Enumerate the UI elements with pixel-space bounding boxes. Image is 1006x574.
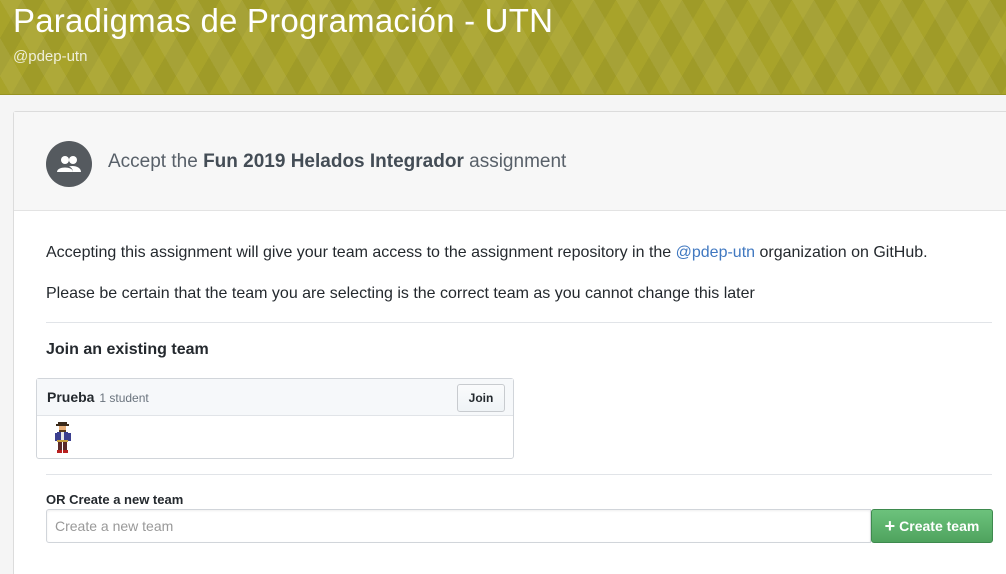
- join-section-title: Join an existing team: [46, 341, 209, 358]
- team-member-count: 1 student: [99, 391, 149, 405]
- org-link[interactable]: @pdep-utn: [676, 244, 755, 261]
- pirate-avatar-icon[interactable]: [53, 422, 73, 454]
- org-handle[interactable]: @pdep-utn: [13, 48, 87, 65]
- warning-text: Please be certain that the team you are …: [46, 285, 755, 302]
- org-banner: Paradigmas de Programación - UTN @pdep-u…: [0, 0, 1006, 95]
- team-card-header: Prueba 1 student Join: [37, 379, 513, 416]
- access-text-before: Accepting this assignment will give your…: [46, 244, 672, 261]
- divider: [46, 322, 992, 323]
- card-header: Accept the Fun 2019 Helados Integrador a…: [14, 112, 1006, 211]
- access-text-after: organization on GitHub.: [759, 244, 928, 261]
- heading-suffix: assignment: [469, 151, 567, 172]
- divider: [46, 474, 992, 475]
- people-icon: [57, 156, 81, 172]
- join-team-button[interactable]: Join: [457, 384, 505, 412]
- create-team-label: OR Create a new team: [46, 492, 184, 507]
- assignment-heading: Accept the Fun 2019 Helados Integrador a…: [108, 151, 566, 173]
- heading-prefix: Accept the: [108, 151, 198, 172]
- create-team-button[interactable]: + Create team: [871, 509, 993, 543]
- team-icon: [46, 141, 92, 187]
- org-title: Paradigmas de Programación - UTN: [13, 2, 554, 39]
- team-name: Prueba: [47, 389, 95, 405]
- team-card: Prueba 1 student Join: [36, 378, 514, 459]
- create-team-label-text: Create team: [899, 518, 980, 534]
- assignment-card: Accept the Fun 2019 Helados Integrador a…: [13, 111, 1006, 574]
- new-team-name-input[interactable]: [46, 509, 871, 543]
- assignment-name: Fun 2019 Helados Integrador: [203, 151, 464, 172]
- team-name-row: Prueba 1 student: [47, 389, 149, 405]
- plus-icon: +: [884, 516, 896, 536]
- access-description: Accepting this assignment will give your…: [46, 244, 928, 262]
